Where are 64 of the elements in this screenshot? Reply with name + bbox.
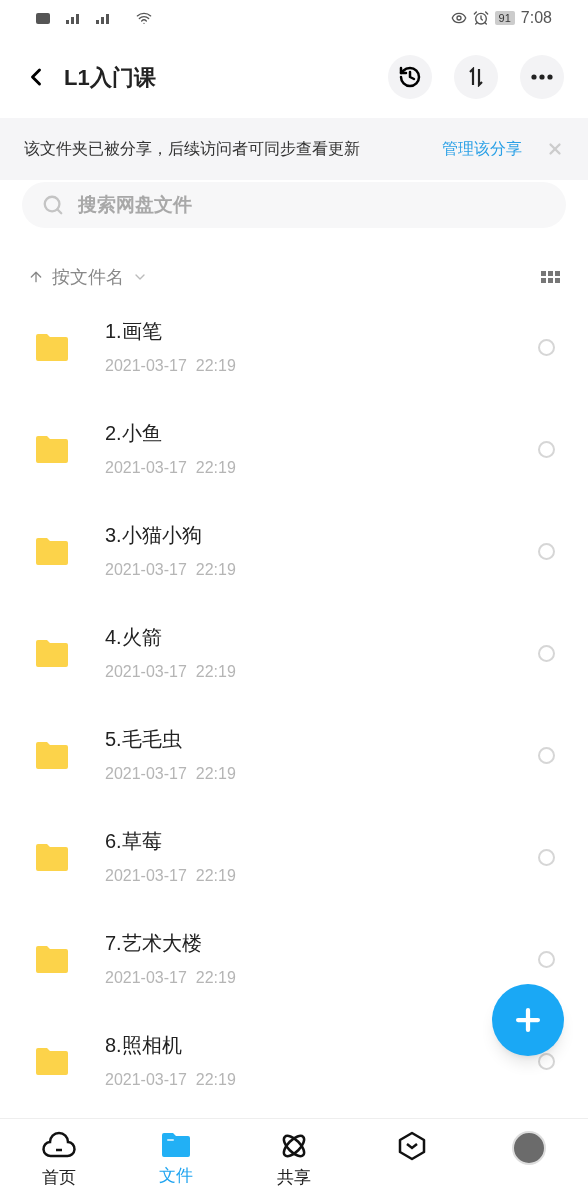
file-name: 1.画笔 — [105, 319, 163, 344]
folder-icon — [160, 1131, 193, 1159]
folder-icon — [36, 945, 68, 973]
sort-button[interactable]: 按文件名 — [28, 263, 148, 291]
file-name: 4.火箭 — [105, 625, 163, 650]
folder-icon — [36, 843, 68, 871]
select-radio[interactable] — [538, 542, 555, 560]
file-date: 2021-03-17 22:19 — [105, 968, 236, 988]
search-field[interactable]: 搜索网盘文件 — [22, 182, 566, 228]
select-radio[interactable] — [538, 338, 555, 356]
add-button[interactable] — [492, 984, 564, 1056]
file-row[interactable]: 4.火箭 2021-03-17 22:19 — [0, 602, 588, 704]
eye-icon — [450, 10, 467, 26]
notice-text: 该文件夹已被分享，后续访问者可同步查看更新 — [24, 139, 360, 159]
page-title: L1入门课 — [64, 63, 156, 92]
more-icon — [531, 74, 553, 80]
nav-tab[interactable]: 首页 — [0, 1119, 118, 1200]
folder-icon — [36, 333, 68, 361]
file-row[interactable]: 1.画笔 2021-03-17 22:19 — [0, 296, 588, 398]
file-row[interactable]: 7.艺术大楼 2021-03-17 22:19 — [0, 908, 588, 1010]
file-row[interactable]: 3.小猫小狗 2021-03-17 22:19 — [0, 500, 588, 602]
file-name: 6.草莓 — [105, 829, 163, 854]
wifi-icon — [136, 10, 152, 26]
folder-icon — [36, 537, 68, 565]
file-row[interactable]: 5.毛毛虫 2021-03-17 22:19 — [0, 704, 588, 806]
file-name: 3.小猫小狗 — [105, 523, 203, 548]
folder-icon — [36, 1047, 68, 1075]
alarm-icon — [472, 10, 489, 26]
folder-icon — [36, 435, 68, 463]
select-radio[interactable] — [538, 644, 555, 662]
file-date: 2021-03-17 22:19 — [105, 764, 236, 784]
history-icon — [398, 65, 422, 89]
file-name: 5.毛毛虫 — [105, 727, 183, 752]
grid-view-button[interactable] — [541, 271, 560, 283]
battery-level: 91 — [494, 11, 515, 25]
history-button[interactable] — [388, 55, 432, 99]
clock-time: 7:08 — [520, 8, 552, 28]
search-icon — [42, 194, 64, 216]
folder-icon — [36, 639, 68, 667]
close-button[interactable] — [546, 140, 564, 158]
folder-icon — [36, 741, 68, 769]
file-date: 2021-03-17 22:19 — [105, 866, 236, 886]
file-row[interactable]: 6.草莓 2021-03-17 22:19 — [0, 806, 588, 908]
select-radio[interactable] — [538, 746, 555, 764]
nav-tab[interactable]: 共享 — [235, 1119, 353, 1200]
file-row[interactable]: 8.照相机 2021-03-17 22:19 — [0, 1010, 588, 1112]
avatar — [512, 1131, 547, 1165]
file-date: 2021-03-17 22:19 — [105, 356, 236, 376]
select-radio[interactable] — [538, 440, 555, 458]
arrow-up-icon — [28, 269, 44, 285]
sort-toggle-button[interactable] — [454, 55, 498, 99]
file-date: 2021-03-17 22:19 — [105, 560, 236, 580]
file-date: 2021-03-17 22:19 — [105, 458, 236, 478]
select-radio[interactable] — [538, 848, 555, 866]
file-name: 2.小鱼 — [105, 421, 163, 446]
close-icon — [546, 140, 564, 158]
hexagon-icon — [396, 1131, 427, 1161]
file-name: 7.艺术大楼 — [105, 931, 203, 956]
file-row[interactable]: 2.小鱼 2021-03-17 22:19 — [0, 398, 588, 500]
select-radio[interactable] — [538, 950, 555, 968]
file-name: 8.照相机 — [105, 1033, 183, 1058]
file-date: 2021-03-17 22:19 — [105, 662, 236, 682]
more-button[interactable] — [520, 55, 564, 99]
file-date: 2021-03-17 22:19 — [105, 1070, 236, 1090]
